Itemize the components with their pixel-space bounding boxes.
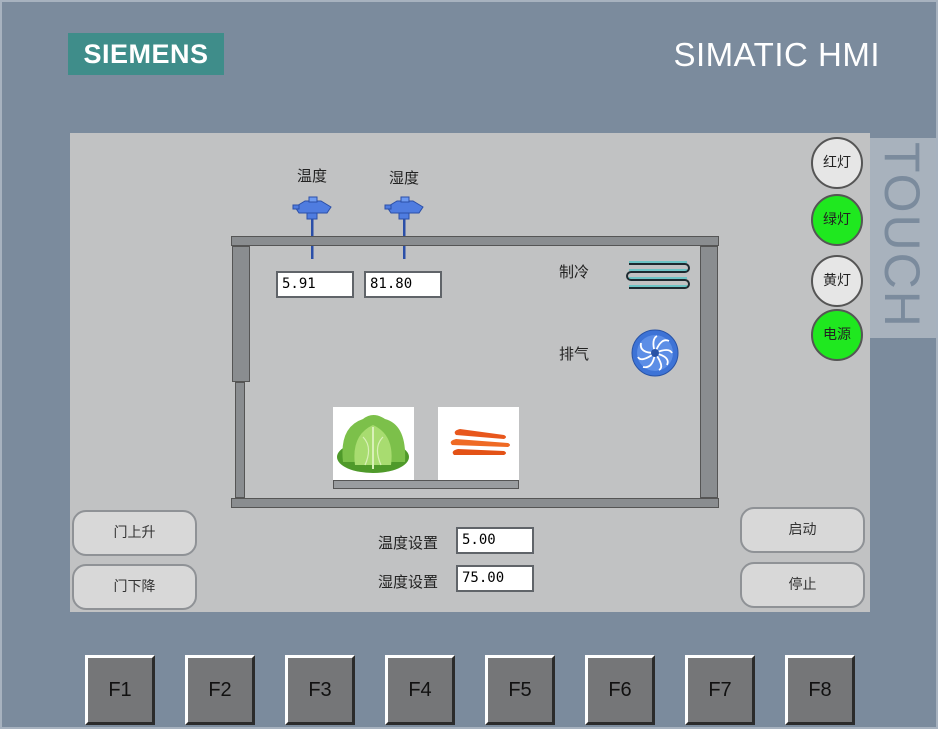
door-down-button[interactable]: 门下降 [72,564,197,610]
f3-key[interactable]: F3 [285,655,355,725]
room-ceiling [231,236,719,246]
f7-key[interactable]: F7 [685,655,755,725]
cooling-label: 制冷 [559,263,590,281]
siemens-logo: SIEMENS [68,33,224,75]
start-button[interactable]: 启动 [740,507,865,553]
lettuce-image [333,407,414,480]
model-name: SIMATIC HMI [673,36,880,73]
humidity-sensor-icon [384,196,424,259]
humidity-setpoint-label: 湿度设置 [378,573,439,591]
humidity-readout: 81.80 [364,271,442,298]
f2-key[interactable]: F2 [185,655,255,725]
humidity-setpoint-input[interactable]: 75.00 [456,565,534,592]
door-up-button[interactable]: 门上升 [72,510,197,556]
temperature-setpoint-label: 温度设置 [378,534,439,552]
f1-key[interactable]: F1 [85,655,155,725]
f8-key[interactable]: F8 [785,655,855,725]
room-right-wall [700,246,718,498]
hmi-screen: 温度 湿度 5.91 81.80 制冷 排气 门上升 门下降 温度设置 5.00… [70,133,870,612]
temperature-setpoint-input[interactable]: 5.00 [456,527,534,554]
yellow-lamp-indicator: 黄灯 [811,255,863,307]
f4-key[interactable]: F4 [385,655,455,725]
carrot-image [438,407,519,480]
power-lamp-indicator: 电源 [811,309,863,361]
exhaust-label: 排气 [559,345,590,363]
door-track [235,382,245,498]
exhaust-fan-icon [631,329,679,377]
f6-key[interactable]: F6 [585,655,655,725]
cooling-coil-icon [626,261,690,289]
green-lamp-indicator: 绿灯 [811,194,863,246]
red-lamp-indicator: 红灯 [811,137,863,189]
temperature-readout: 5.91 [276,271,354,298]
f5-key[interactable]: F5 [485,655,555,725]
humidity-label: 湿度 [389,169,420,187]
stop-button[interactable]: 停止 [740,562,865,608]
door-panel [232,246,250,382]
room-floor [231,498,719,508]
temperature-sensor-icon [292,196,332,259]
touch-label: TOUCH [870,138,936,338]
temperature-label: 温度 [297,167,328,185]
shelf [333,480,519,489]
